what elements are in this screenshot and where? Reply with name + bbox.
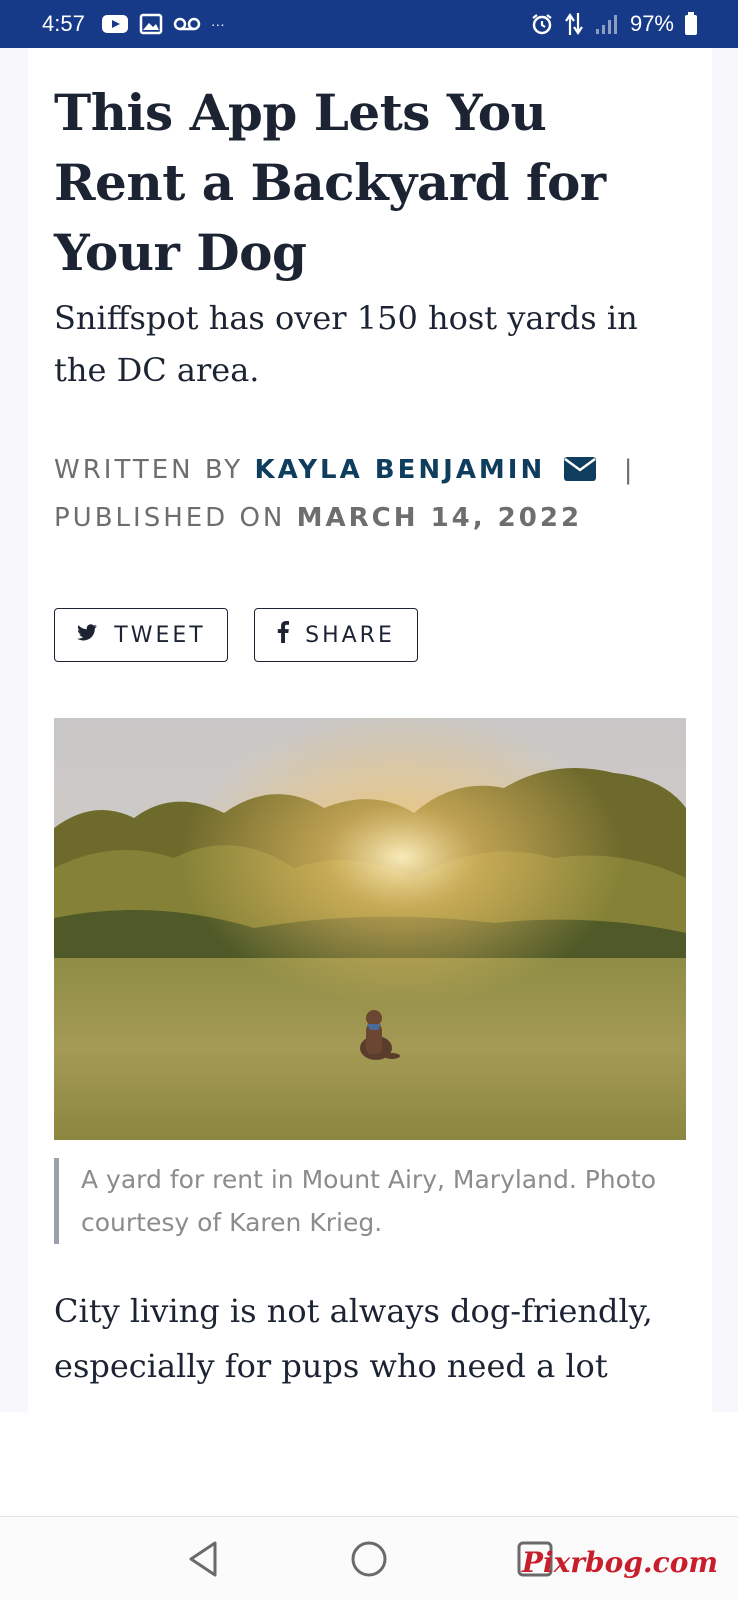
alarm-icon	[530, 12, 554, 36]
status-bar: 4:57 ··· 97%	[0, 0, 738, 48]
byline: WRITTEN BY KAYLA BENJAMIN | PUBLISHED ON…	[54, 448, 686, 540]
article-dek: Sniffspot has over 150 host yards in the…	[54, 299, 638, 389]
status-time: 4:57	[42, 11, 85, 36]
article-content: This App Lets You Rent a Backyard for Yo…	[54, 48, 686, 1412]
back-triangle-icon	[189, 1541, 217, 1576]
tweet-label: TWEET	[114, 622, 206, 648]
article-body: City living is not always dog-friendly, …	[54, 1292, 653, 1412]
facebook-icon	[277, 621, 290, 649]
facebook-share-button[interactable]: SHARE	[254, 608, 418, 662]
share-label: SHARE	[305, 622, 395, 648]
byline-separator: |	[623, 455, 636, 485]
data-transfer-icon	[564, 11, 584, 37]
written-by-label: WRITTEN BY	[54, 455, 244, 485]
back-button[interactable]	[173, 1529, 233, 1589]
gallery-icon	[139, 13, 163, 35]
article-headline: This App Lets You Rent a Backyard for Yo…	[54, 83, 606, 282]
voicemail-icon	[173, 16, 201, 32]
image-caption: A yard for rent in Mount Airy, Maryland.…	[54, 1158, 686, 1244]
author-link[interactable]: KAYLA BENJAMIN	[254, 455, 545, 485]
youtube-icon	[101, 13, 129, 35]
signal-icon	[594, 13, 620, 35]
publish-date: MARCH 14, 2022	[296, 503, 583, 533]
status-right: 97%	[530, 11, 698, 37]
mail-icon[interactable]	[563, 452, 597, 496]
battery-percentage: 97%	[629, 11, 674, 36]
status-left: 4:57 ···	[42, 11, 225, 37]
hero-image	[54, 718, 686, 1140]
blank-area	[0, 1412, 738, 1516]
battery-icon	[684, 12, 698, 36]
home-circle-icon	[351, 1541, 387, 1576]
watermark-logo: Pixrbog.com	[521, 1546, 718, 1579]
home-button[interactable]	[339, 1529, 399, 1589]
article-card: This App Lets You Rent a Backyard for Yo…	[28, 48, 712, 1412]
more-dots-icon: ···	[210, 16, 225, 32]
published-on-label: PUBLISHED ON	[54, 503, 286, 533]
twitter-icon	[76, 623, 98, 648]
share-buttons: TWEET SHARE	[54, 608, 686, 662]
tweet-button[interactable]: TWEET	[54, 608, 228, 662]
